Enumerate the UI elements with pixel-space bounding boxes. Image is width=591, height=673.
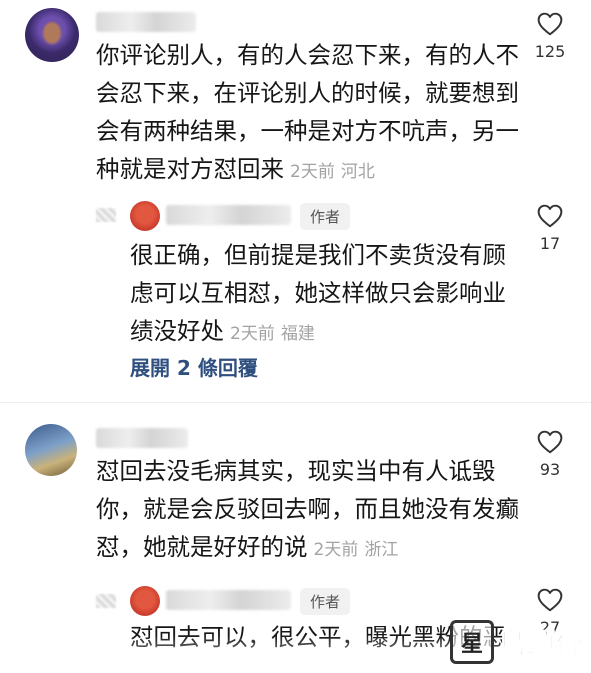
reply-line: 很正确，但前提是我们不卖货没有顾 bbox=[130, 241, 506, 269]
reply-location: 福建 bbox=[280, 324, 315, 344]
like-count: 125 bbox=[534, 42, 566, 61]
author-badge: 作者 bbox=[300, 203, 351, 230]
comment-text: 怼回去没毛病其实，现实当中有人诋毁 你，就是会反驳回去啊，而且她没有发癫 怼，她… bbox=[96, 452, 526, 569]
reply-username-blurred[interactable] bbox=[166, 205, 291, 225]
comment-line: 怼回去没毛病其实，现实当中有人诋毁 bbox=[96, 457, 496, 485]
like-count: 93 bbox=[539, 460, 561, 479]
reply-avatar[interactable] bbox=[130, 586, 160, 616]
comment-line: 种就是对方怼回来 2天前 河北 bbox=[96, 150, 526, 191]
username-blurred[interactable] bbox=[96, 428, 188, 448]
reply-text: 很正确，但前提是我们不卖货没有顾 虑可以互相怼，她这样做只会影响业 绩没好处 2天… bbox=[130, 236, 510, 353]
reply-indicator bbox=[96, 208, 116, 222]
divider bbox=[0, 402, 591, 403]
comment-item: 你评论别人，有的人会忍下来，有的人不 会忍下来，在评论别人的时候，就要想到 会有… bbox=[0, 0, 591, 400]
like-button[interactable]: 93 bbox=[520, 430, 580, 479]
reply-time: 2天前 bbox=[230, 324, 275, 344]
avatar[interactable] bbox=[25, 424, 77, 476]
comment-line: 会有两种结果，一种是对方不吭声，另一 bbox=[96, 117, 519, 145]
comment-line: 怼，她就是好好的说 2天前 浙江 bbox=[96, 528, 526, 569]
like-button[interactable]: 125 bbox=[520, 12, 580, 61]
reply-avatar[interactable] bbox=[130, 201, 160, 231]
reply-meta: 2天前 福建 bbox=[230, 324, 321, 344]
comment-location: 河北 bbox=[340, 162, 375, 182]
comment-location: 浙江 bbox=[364, 540, 399, 560]
watermark-text: 島頭條 bbox=[497, 627, 585, 661]
username-blurred[interactable] bbox=[96, 12, 196, 32]
comment-text: 你评论别人，有的人会忍下来，有的人不 会忍下来，在评论别人的时候，就要想到 会有… bbox=[96, 36, 526, 191]
heart-outline-icon bbox=[537, 588, 563, 612]
reply-line: 绩没好处 2天前 福建 bbox=[130, 312, 510, 353]
comment-time: 2天前 bbox=[313, 540, 359, 560]
avatar[interactable] bbox=[25, 8, 79, 62]
comment-meta: 2天前 浙江 bbox=[314, 540, 405, 560]
reply-username-blurred[interactable] bbox=[166, 590, 291, 610]
heart-outline-icon bbox=[537, 204, 563, 228]
like-count: 17 bbox=[539, 234, 561, 253]
reply-line: 虑可以互相怼，她这样做只会影响业 bbox=[130, 279, 506, 307]
comment-time: 2天前 bbox=[290, 162, 335, 182]
comment-line: 会忍下来，在评论别人的时候，就要想到 bbox=[96, 79, 519, 107]
author-badge: 作者 bbox=[300, 588, 351, 615]
watermark: 星 島頭條 bbox=[449, 617, 585, 667]
comment-meta: 2天前 河北 bbox=[290, 162, 381, 182]
comment-line: 你，就是会反驳回去啊，而且她没有发癫 bbox=[96, 495, 519, 523]
comment-line: 你评论别人，有的人会忍下来，有的人不 bbox=[96, 41, 519, 69]
reply-indicator bbox=[96, 594, 116, 608]
heart-outline-icon bbox=[537, 12, 563, 36]
heart-outline-icon bbox=[537, 430, 563, 454]
watermark-logo: 星 bbox=[449, 620, 494, 664]
expand-replies-link[interactable]: 展開 2 條回覆 bbox=[130, 352, 258, 381]
reply-like-button[interactable]: 17 bbox=[520, 204, 580, 253]
